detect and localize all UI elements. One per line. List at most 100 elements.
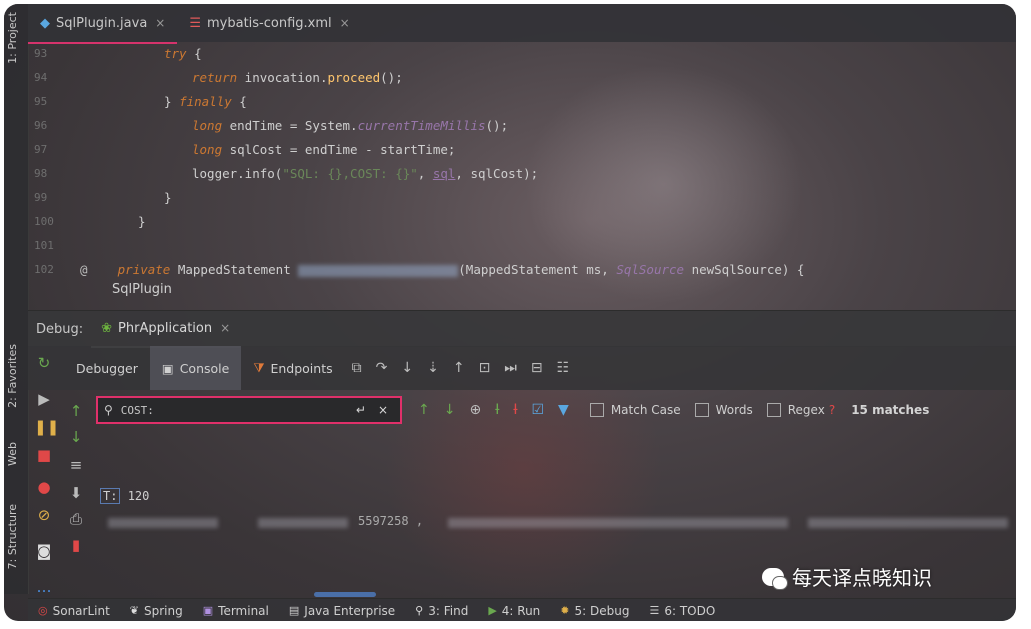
trace-icon[interactable]: ☷ xyxy=(557,360,570,376)
tab-console[interactable]: ▣ Console xyxy=(149,346,242,390)
debugger-toolbar: Debugger ▣ Console ⧩ Endpoints ⧉ ↷ ↓ ⇣ ↑ ⊡… xyxy=(28,346,1016,390)
breakpoints-icon[interactable]: ● xyxy=(34,478,54,496)
terminal-icon: ▣ xyxy=(202,604,214,617)
down-arrow-icon[interactable]: ↓ xyxy=(66,428,86,446)
console-line: T: 120 xyxy=(100,488,149,504)
tab-web[interactable]: Web xyxy=(6,442,19,466)
step-over-icon[interactable]: ↷ xyxy=(376,360,388,376)
java-enterprise-icon: ▤ xyxy=(288,604,300,617)
stop-icon[interactable]: ■ xyxy=(34,446,54,464)
regex-help-link[interactable]: ? xyxy=(829,403,835,417)
run-to-cursor-icon[interactable]: ⏭ xyxy=(504,360,517,376)
match-case-checkbox[interactable]: Match Case xyxy=(589,403,681,417)
match-count: 15 matches xyxy=(851,403,930,417)
tab-structure[interactable]: 7: Structure xyxy=(6,504,19,569)
debug-button[interactable]: ✹ 5: Debug xyxy=(550,604,639,618)
pause-icon[interactable]: ❚❚ xyxy=(34,418,59,436)
tab-endpoints[interactable]: ⧩ Endpoints xyxy=(241,346,344,390)
scroll-to-end-icon[interactable]: ⬇ xyxy=(66,484,86,502)
console-find-bar: ⚲ ↵ × ↑ ↓ ⊕ Ɨ Ɨ ☑ ▼ Match Case Words Reg… xyxy=(88,390,1016,430)
resume-icon[interactable]: ▶ xyxy=(34,390,54,408)
terminal-button[interactable]: ▣ Terminal xyxy=(193,604,279,618)
select-all-icon[interactable]: ☑ xyxy=(531,402,544,418)
endpoints-icon: ⧩ xyxy=(253,360,265,375)
tab-sqlplugin-java[interactable]: ◆ SqlPlugin.java × xyxy=(28,4,178,44)
find-button[interactable]: ⚲ 3: Find xyxy=(405,604,478,618)
evaluate-icon[interactable]: ⊟ xyxy=(531,360,543,376)
redacted-text xyxy=(808,518,1008,528)
close-icon[interactable]: × xyxy=(340,16,350,30)
code-editor[interactable]: try { return invocation.proceed(); } fin… xyxy=(80,42,958,282)
horizontal-scrollbar[interactable] xyxy=(314,592,376,597)
code-line-95: } finally { xyxy=(164,94,247,109)
line-number: 98 xyxy=(34,167,48,180)
regex-checkbox[interactable]: Regex? xyxy=(766,403,835,417)
step-into-icon[interactable]: ↓ xyxy=(401,360,413,376)
run-config-label: PhrApplication xyxy=(118,320,213,336)
redacted-text xyxy=(258,518,348,528)
tab-label: SqlPlugin.java xyxy=(56,15,148,31)
search-hit: T: xyxy=(100,488,121,504)
drop-frame-icon[interactable]: ⊡ xyxy=(479,360,491,376)
up-arrow-icon[interactable]: ↑ xyxy=(66,402,86,420)
previous-occurrence-icon[interactable]: ↑ xyxy=(418,402,430,418)
layout-icon[interactable]: ⧉ xyxy=(352,360,362,376)
redacted-text xyxy=(448,518,788,528)
run-button[interactable]: ▶ 4: Run xyxy=(478,604,550,618)
search-input[interactable] xyxy=(118,402,350,418)
step-out-icon[interactable]: ↑ xyxy=(453,360,465,376)
redacted-text xyxy=(108,518,218,528)
print-icon[interactable]: ⎙ xyxy=(66,510,86,528)
line-number: 101 xyxy=(34,239,54,252)
code-line-97: long sqlCost = endTime - startTime; xyxy=(192,142,456,157)
spring-button[interactable]: ❦ Spring xyxy=(120,604,193,618)
mute-breakpoints-icon[interactable]: ⊘ xyxy=(34,506,54,524)
add-selection-icon[interactable]: Ɨ xyxy=(495,402,499,418)
redacted-method-name xyxy=(298,264,459,277)
words-checkbox[interactable]: Words xyxy=(694,403,753,417)
clear-search-icon[interactable]: × xyxy=(378,403,388,417)
tab-project[interactable]: 1: Project xyxy=(6,12,19,64)
debug-icon: ✹ xyxy=(560,604,570,617)
breadcrumb[interactable]: SqlPlugin xyxy=(112,282,172,297)
tab-label: mybatis-config.xml xyxy=(207,15,332,31)
search-icon: ⚲ xyxy=(104,403,113,417)
more-icon[interactable]: … xyxy=(34,578,54,596)
select-all-occurrences-icon[interactable]: ⊕ xyxy=(469,402,481,418)
line-number: 102 xyxy=(34,263,54,276)
line-number-gutter: 93 94 95 96 97 98 99 100 101 102 xyxy=(28,42,98,282)
tab-debugger[interactable]: Debugger xyxy=(64,346,150,390)
new-line-icon[interactable]: ↵ xyxy=(356,403,366,417)
todo-icon: ☰ xyxy=(649,604,660,617)
line-number: 95 xyxy=(34,95,48,108)
checkbox-box xyxy=(589,403,604,417)
soft-wrap-icon[interactable]: ≡ xyxy=(66,456,86,474)
code-line-100: } xyxy=(138,214,146,229)
tab-mybatis-config[interactable]: ☰ mybatis-config.xml × xyxy=(177,4,361,42)
wechat-icon xyxy=(762,567,788,590)
java-enterprise-button[interactable]: ▤ Java Enterprise xyxy=(279,604,405,618)
editor-tab-bar: ◆ SqlPlugin.java × ☰ mybatis-config.xml … xyxy=(28,4,1016,44)
code-line-94: return invocation.proceed(); xyxy=(192,70,403,85)
force-step-into-icon[interactable]: ⇣ xyxy=(427,360,439,376)
filter-icon[interactable]: ▼ xyxy=(558,402,569,418)
line-number: 100 xyxy=(34,215,54,228)
search-box: ⚲ ↵ × xyxy=(96,396,402,424)
sonarlint-button[interactable]: ◎ SonarLint xyxy=(28,604,120,618)
line-number: 94 xyxy=(34,71,48,84)
remove-selection-icon[interactable]: Ɨ xyxy=(513,402,517,418)
close-icon[interactable]: × xyxy=(220,321,230,335)
debug-side-actions: ↻ ▶ ❚❚ ■ ● ⊘ ◙ … xyxy=(28,346,60,596)
close-icon[interactable]: × xyxy=(155,16,165,30)
camera-icon[interactable]: ◙ xyxy=(34,542,54,560)
todo-button[interactable]: ☰ 6: TODO xyxy=(639,604,725,618)
code-line-102: @ private MappedStatement (MappedStateme… xyxy=(80,262,805,277)
rerun-icon[interactable]: ↻ xyxy=(34,354,54,372)
code-line-98: logger.info("SQL: {},COST: {}", sql, sql… xyxy=(192,166,539,181)
tab-phrapplication[interactable]: ❀ PhrApplication × xyxy=(91,310,241,348)
tab-favorites[interactable]: 2: Favorites xyxy=(6,344,19,408)
next-occurrence-icon[interactable]: ↓ xyxy=(444,402,456,418)
java-file-icon: ◆ xyxy=(40,15,50,31)
console-line: 5597258 , xyxy=(358,514,424,528)
clear-all-icon[interactable]: ▮ xyxy=(66,536,86,554)
